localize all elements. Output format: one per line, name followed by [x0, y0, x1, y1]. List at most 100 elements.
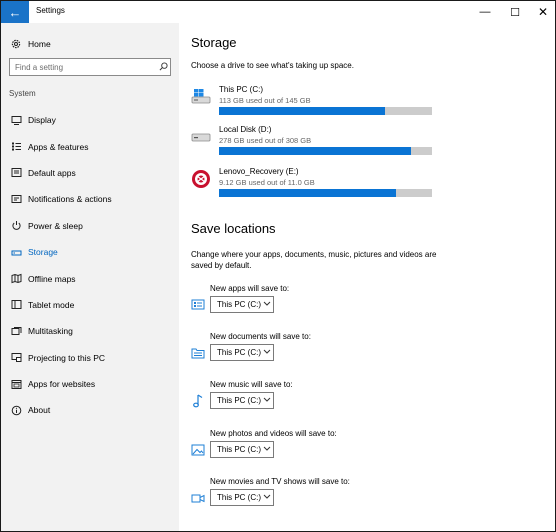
save-location-movies: New movies and TV shows will save to: Th… [191, 477, 441, 517]
save-location-label: New music will save to: [210, 380, 293, 389]
drive-usage-fill [219, 189, 396, 197]
drive-usage: 278 GB used out of 308 GB [219, 136, 312, 145]
dropdown-value: This PC (C:) [217, 445, 261, 454]
chevron-down-icon [261, 493, 273, 502]
movies-icon [191, 491, 205, 505]
sidebar-item-label: About [28, 405, 51, 416]
sidebar-item-power-sleep[interactable]: Power & sleep [1, 213, 179, 239]
minimize-icon: — [479, 6, 491, 18]
dropdown-value: This PC (C:) [217, 348, 261, 357]
sidebar-item-about[interactable]: About [1, 397, 179, 423]
apps-save-dropdown[interactable]: This PC (C:) [210, 296, 274, 313]
sidebar: Home Find a setting System Display Apps … [1, 23, 179, 531]
sidebar-item-storage[interactable]: Storage [1, 239, 179, 265]
save-locations-title: Save locations [191, 221, 276, 236]
sidebar-item-default-apps[interactable]: Default apps [1, 160, 179, 186]
sidebar-item-label: Default apps [28, 167, 76, 178]
sidebar-item-apps-websites[interactable]: Apps for websites [1, 371, 179, 397]
apps-features-icon [10, 141, 22, 153]
maximize-button[interactable]: ☐ [501, 1, 529, 23]
search-icon [156, 61, 170, 73]
drive-this-pc[interactable]: This PC (C:) 113 GB used out of 145 GB [191, 85, 436, 121]
search-box[interactable]: Find a setting [9, 58, 171, 76]
gear-icon [10, 38, 22, 50]
save-locations-description: Change where your apps, documents, music… [191, 250, 437, 270]
close-button[interactable]: ✕ [529, 1, 555, 23]
sidebar-item-label: Tablet mode [28, 299, 75, 310]
drive-local-disk[interactable]: Local Disk (D:) 278 GB used out of 308 G… [191, 125, 436, 161]
sidebar-item-label: Power & sleep [28, 220, 83, 231]
drive-usage-fill [219, 147, 411, 155]
drive-usage: 113 GB used out of 145 GB [219, 96, 311, 105]
dropdown-value: This PC (C:) [217, 396, 261, 405]
multitasking-icon [10, 325, 22, 337]
drive-lenovo-recovery[interactable]: Lenovo_Recovery (E:) 9.12 GB used out of… [191, 167, 436, 203]
sidebar-home-label: Home [28, 39, 51, 49]
main-content: Storage Choose a drive to see what's tak… [179, 23, 555, 531]
drive-name: Lenovo_Recovery (E:) [219, 167, 299, 176]
search-input[interactable]: Find a setting [15, 63, 156, 72]
sidebar-item-label: Apps & features [28, 141, 89, 152]
drive-usage-bar [219, 107, 432, 115]
recovery-drive-icon [191, 169, 211, 189]
back-arrow-icon: ← [8, 4, 22, 20]
documents-save-dropdown[interactable]: This PC (C:) [210, 344, 274, 361]
power-icon [10, 220, 22, 232]
sidebar-item-label: Notifications & actions [28, 194, 112, 205]
sidebar-item-notifications[interactable]: Notifications & actions [1, 186, 179, 212]
save-location-label: New documents will save to: [210, 332, 311, 341]
sidebar-item-multitasking[interactable]: Multitasking [1, 318, 179, 344]
save-location-documents: New documents will save to: This PC (C:) [191, 332, 441, 372]
save-location-photos: New photos and videos will save to: This… [191, 429, 441, 469]
sidebar-item-label: Multitasking [28, 326, 73, 337]
offline-maps-icon [10, 273, 22, 285]
apps-websites-icon [10, 378, 22, 390]
sidebar-item-label: Projecting to this PC [28, 352, 106, 363]
drive-name: This PC (C:) [219, 85, 263, 94]
chevron-down-icon [261, 348, 273, 357]
local-disk-icon [191, 127, 211, 147]
windows-drive-icon [191, 87, 211, 107]
settings-window: ← Settings — ☐ ✕ Home Find a setting Sys… [0, 0, 556, 532]
tablet-mode-icon [10, 299, 22, 311]
minimize-button[interactable]: — [471, 1, 499, 23]
chevron-down-icon [261, 300, 273, 309]
default-apps-icon [10, 167, 22, 179]
chevron-down-icon [261, 396, 273, 405]
sidebar-item-projecting[interactable]: Projecting to this PC [1, 345, 179, 371]
sidebar-nav: Display Apps & features Default apps Not… [1, 107, 179, 424]
photos-icon [191, 443, 205, 457]
page-title: Storage [191, 35, 237, 50]
drive-name: Local Disk (D:) [219, 125, 272, 134]
music-save-dropdown[interactable]: This PC (C:) [210, 392, 274, 409]
title-bar: ← Settings — ☐ ✕ [1, 1, 555, 23]
sidebar-item-tablet-mode[interactable]: Tablet mode [1, 292, 179, 318]
display-icon [10, 114, 22, 126]
window-title: Settings [36, 6, 65, 15]
save-location-label: New photos and videos will save to: [210, 429, 337, 438]
save-location-apps: New apps will save to: This PC (C:) [191, 284, 441, 324]
about-icon [10, 404, 22, 416]
save-location-label: New apps will save to: [210, 284, 290, 293]
sidebar-item-offline-maps[interactable]: Offline maps [1, 265, 179, 291]
drive-usage: 9.12 GB used out of 11.0 GB [219, 178, 315, 187]
sidebar-item-display[interactable]: Display [1, 107, 179, 133]
music-icon [191, 394, 205, 408]
apps-save-icon [191, 298, 205, 312]
drive-usage-bar [219, 189, 432, 197]
photos-save-dropdown[interactable]: This PC (C:) [210, 441, 274, 458]
documents-icon [191, 346, 205, 360]
sidebar-item-home[interactable]: Home [1, 33, 179, 55]
sidebar-item-label: Storage [28, 247, 58, 258]
sidebar-item-apps-features[interactable]: Apps & features [1, 133, 179, 159]
chevron-down-icon [261, 445, 273, 454]
save-location-music: New music will save to: This PC (C:) [191, 380, 441, 420]
movies-save-dropdown[interactable]: This PC (C:) [210, 489, 274, 506]
sidebar-item-label: Display [28, 115, 56, 126]
notifications-icon [10, 193, 22, 205]
projecting-icon [10, 352, 22, 364]
save-location-label: New movies and TV shows will save to: [210, 477, 350, 486]
section-label-system: System [9, 89, 36, 98]
back-button[interactable]: ← [1, 1, 29, 23]
sidebar-item-label: Offline maps [28, 273, 76, 284]
